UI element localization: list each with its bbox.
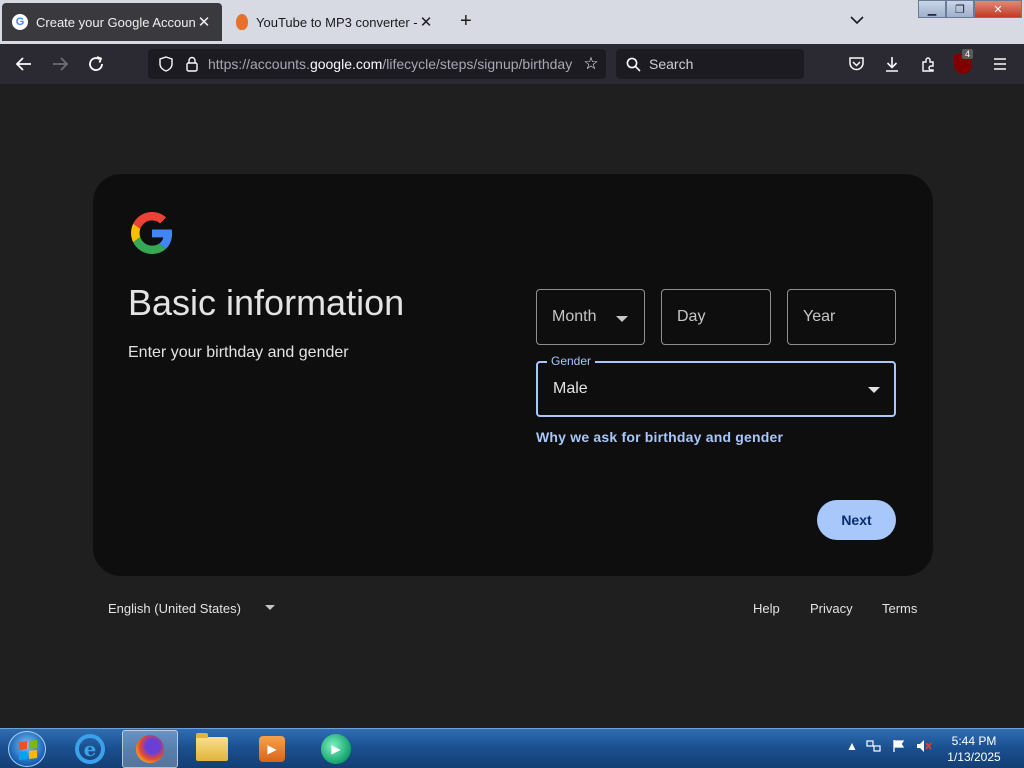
volume-muted-icon[interactable] xyxy=(916,739,932,756)
converter-icon xyxy=(236,14,248,30)
extensions-icon[interactable] xyxy=(918,54,938,74)
help-link[interactable]: Help xyxy=(753,601,780,616)
tab-strip: G Create your Google Account ✕ YouTube t… xyxy=(0,0,1024,44)
green-app-icon: ▶ xyxy=(321,734,351,764)
page-subtitle: Enter your birthday and gender xyxy=(128,344,349,361)
tab-youtube-mp3[interactable]: YouTube to MP3 converter - AM ✕ xyxy=(226,4,444,40)
tab-title: Create your Google Account xyxy=(36,14,196,30)
year-input[interactable]: Year xyxy=(787,289,896,345)
gender-label: Gender xyxy=(547,354,596,368)
shield-icon[interactable] xyxy=(156,54,176,74)
close-window-button[interactable]: ✕ xyxy=(974,0,1022,18)
url-bar[interactable]: https://accounts.google.com/lifecycle/st… xyxy=(148,49,606,79)
language-select[interactable]: English (United States) xyxy=(108,601,241,616)
download-icon[interactable] xyxy=(882,54,902,74)
firefox-icon xyxy=(136,735,164,763)
tab-title: YouTube to MP3 converter - AM xyxy=(256,14,418,30)
caret-down-icon xyxy=(616,316,628,322)
signup-card: Basic information Enter your birthday an… xyxy=(93,174,933,576)
lock-icon[interactable] xyxy=(182,54,202,74)
caret-down-icon xyxy=(868,387,880,393)
back-button[interactable] xyxy=(12,52,36,76)
clock-date: 1/13/2025 xyxy=(947,750,1001,764)
search-icon xyxy=(626,57,641,72)
page-content: Basic information Enter your birthday an… xyxy=(0,84,1024,728)
window-controls: ▁ ❐ ✕ xyxy=(918,0,1022,18)
taskbar-internet-explorer[interactable]: e xyxy=(62,730,118,768)
windows-logo-icon xyxy=(19,740,37,760)
close-icon[interactable]: ✕ xyxy=(418,13,434,31)
action-center-flag-icon[interactable] xyxy=(892,739,906,756)
google-g-icon: G xyxy=(12,14,28,30)
bookmark-star-icon[interactable]: ☆ xyxy=(576,54,606,74)
hamburger-menu-icon[interactable] xyxy=(990,54,1010,74)
new-tab-button[interactable]: + xyxy=(460,10,472,33)
taskbar: e ▶ ▶ ▲ 5:44 PM 1/13/2025 xyxy=(0,728,1024,768)
system-clock[interactable]: 5:44 PM 1/13/2025 xyxy=(940,733,1008,765)
page-title: Basic information xyxy=(128,282,405,323)
pocket-icon[interactable] xyxy=(846,54,866,74)
forward-button[interactable] xyxy=(48,52,72,76)
clock-time: 5:44 PM xyxy=(951,734,997,748)
day-placeholder: Day xyxy=(677,308,706,325)
taskbar-firefox[interactable] xyxy=(122,730,178,768)
start-button[interactable] xyxy=(8,731,46,767)
taskbar-media-player[interactable]: ▶ xyxy=(244,730,300,768)
taskbar-file-explorer[interactable] xyxy=(184,730,240,768)
day-input[interactable]: Day xyxy=(661,289,771,345)
extension-badge: 4 xyxy=(962,49,974,59)
back-arrow-icon xyxy=(15,57,31,71)
google-logo-icon xyxy=(131,212,173,254)
privacy-link[interactable]: Privacy xyxy=(810,601,853,616)
terms-link[interactable]: Terms xyxy=(882,601,917,616)
internet-explorer-icon: e xyxy=(75,734,105,764)
reload-button[interactable] xyxy=(84,52,108,76)
search-placeholder: Search xyxy=(649,56,694,72)
taskbar-app[interactable]: ▶ xyxy=(308,730,364,768)
next-button[interactable]: Next xyxy=(817,500,896,540)
show-hidden-icons[interactable]: ▲ xyxy=(846,739,858,753)
forward-arrow-icon xyxy=(53,57,69,71)
media-player-icon: ▶ xyxy=(259,736,285,762)
month-placeholder: Month xyxy=(552,308,597,325)
month-select[interactable]: Month xyxy=(536,289,645,345)
tab-create-google-account[interactable]: G Create your Google Account ✕ xyxy=(2,3,222,41)
gender-select[interactable]: Male xyxy=(536,361,896,417)
url-text: https://accounts.google.com/lifecycle/st… xyxy=(208,56,573,72)
maximize-button[interactable]: ❐ xyxy=(946,0,974,18)
reload-icon xyxy=(89,56,103,71)
search-bar[interactable]: Search xyxy=(616,49,804,79)
folder-icon xyxy=(196,733,228,761)
minimize-button[interactable]: ▁ xyxy=(918,0,946,18)
close-icon[interactable]: ✕ xyxy=(196,13,212,31)
navigation-toolbar: https://accounts.google.com/lifecycle/st… xyxy=(0,44,1024,84)
gender-value: Male xyxy=(553,380,588,397)
caret-down-icon[interactable] xyxy=(265,605,275,610)
year-placeholder: Year xyxy=(803,308,836,325)
why-we-ask-link[interactable]: Why we ask for birthday and gender xyxy=(536,429,783,445)
chevron-down-icon[interactable] xyxy=(850,12,864,28)
network-icon[interactable] xyxy=(866,739,882,756)
